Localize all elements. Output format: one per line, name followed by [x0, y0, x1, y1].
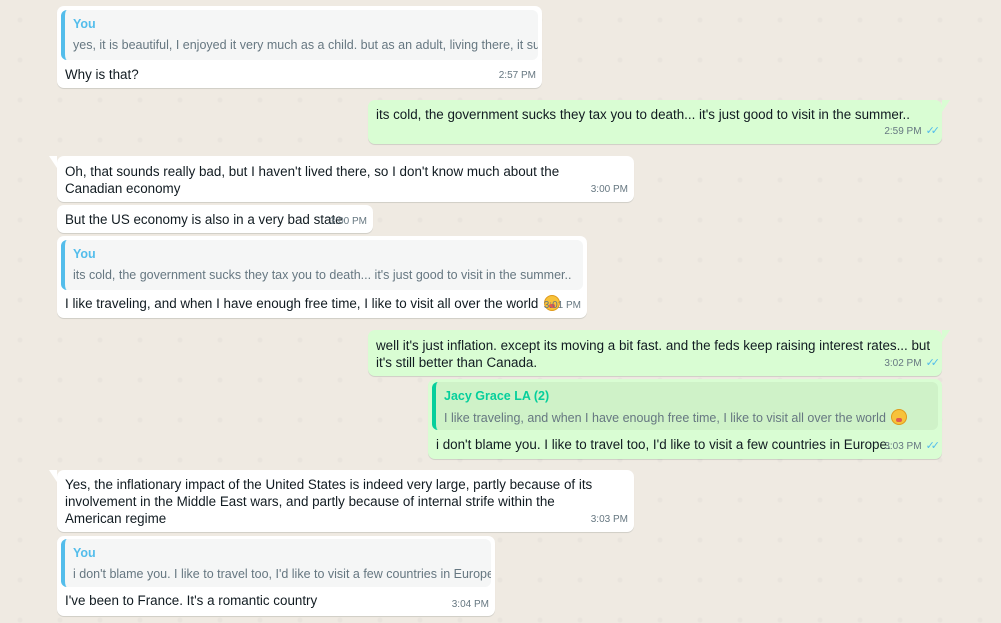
message-time: 3:03 PM — [590, 514, 628, 525]
message-time: 3:03 PM ✓✓ — [884, 440, 941, 452]
read-receipt-icon: ✓✓ — [925, 357, 941, 369]
message-text: well it's just inflation. except its mov… — [376, 338, 931, 370]
message-incoming[interactable]: You its cold, the government sucks they … — [57, 236, 587, 318]
quoted-sender: You — [73, 546, 96, 560]
message-outgoing[interactable]: well it's just inflation. except its mov… — [368, 330, 950, 376]
message-outgoing[interactable]: its cold, the government sucks they tax … — [368, 100, 950, 144]
quoted-sender: You — [73, 17, 96, 31]
message-text: I like traveling, and when I have enough… — [65, 295, 561, 312]
message-text: Yes, the inflationary impact of the Unit… — [65, 477, 593, 526]
message-incoming[interactable]: But the US economy is also in a very bad… — [57, 205, 373, 233]
quoted-text: I like traveling, and when I have enough… — [444, 409, 908, 427]
message-incoming[interactable]: Oh, that sounds really bad, but I haven'… — [49, 156, 634, 202]
read-receipt-icon: ✓✓ — [925, 440, 941, 452]
quoted-message[interactable]: You yes, it is beautiful, I enjoyed it v… — [61, 10, 538, 60]
quoted-sender: Jacy Grace LA (2) — [444, 389, 550, 403]
quoted-message[interactable]: You its cold, the government sucks they … — [61, 240, 583, 290]
message-text: But the US economy is also in a very bad… — [65, 212, 343, 227]
message-time: 3:04 PM — [451, 599, 489, 610]
message-incoming[interactable]: You i don't blame you. I like to travel … — [57, 536, 495, 616]
message-incoming[interactable]: Yes, the inflationary impact of the Unit… — [49, 470, 634, 532]
message-time: 3:02 PM ✓✓ — [884, 357, 941, 369]
quoted-text: its cold, the government sucks they tax … — [73, 268, 572, 282]
message-time: 3:01 PM — [543, 300, 581, 311]
message-time: 3:00 PM — [329, 216, 367, 227]
quoted-text: yes, it is beautiful, I enjoyed it very … — [73, 38, 538, 52]
message-time: 2:59 PM ✓✓ — [884, 125, 941, 137]
message-text: I've been to France. It's a romantic cou… — [65, 593, 318, 608]
face-with-hand-over-mouth-emoji-icon — [891, 409, 908, 425]
quoted-message[interactable]: You i don't blame you. I like to travel … — [61, 539, 491, 587]
message-text: Why is that? — [65, 67, 139, 82]
message-text: i don't blame you. I like to travel too,… — [436, 437, 891, 452]
read-receipt-icon: ✓✓ — [925, 125, 941, 137]
quoted-message[interactable]: Jacy Grace LA (2) I like traveling, and … — [432, 382, 938, 430]
quoted-text: i don't blame you. I like to travel too,… — [73, 567, 491, 581]
message-time: 2:57 PM — [498, 70, 536, 81]
message-text: Oh, that sounds really bad, but I haven'… — [65, 164, 560, 196]
message-time: 3:00 PM — [590, 184, 628, 195]
message-incoming[interactable]: You yes, it is beautiful, I enjoyed it v… — [57, 6, 542, 88]
message-outgoing[interactable]: Jacy Grace LA (2) I like traveling, and … — [428, 379, 942, 459]
quoted-sender: You — [73, 247, 96, 261]
message-text: its cold, the government sucks they tax … — [376, 107, 910, 122]
